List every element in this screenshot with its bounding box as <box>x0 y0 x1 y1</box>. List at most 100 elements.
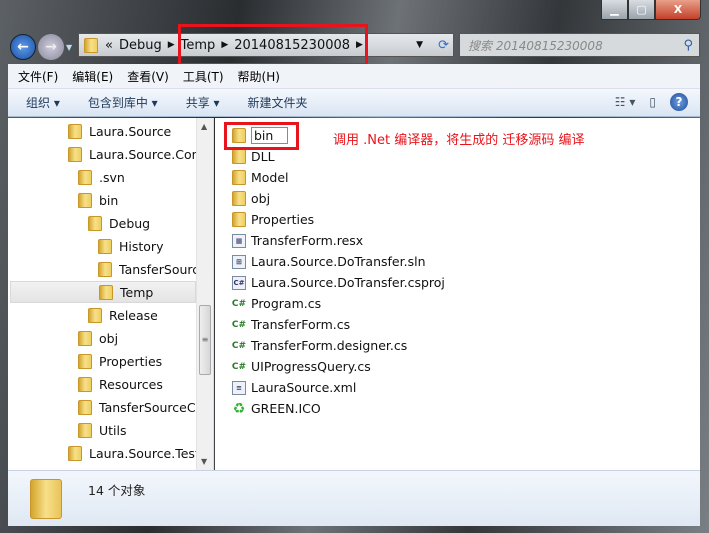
file-name: obj <box>251 191 271 206</box>
file-name: Properties <box>251 212 315 227</box>
folder-icon <box>78 422 92 438</box>
file-name: Model <box>251 170 289 185</box>
tree-item-label: obj <box>99 330 119 346</box>
folder-icon <box>78 399 92 415</box>
menu-view[interactable]: 查看(V) <box>127 68 169 85</box>
breadcrumb-overflow[interactable]: « <box>105 38 113 53</box>
navigation-buttons: ← → ▼ <box>10 34 72 60</box>
tree-item[interactable]: Laura.Source.Test <box>68 442 200 464</box>
folder-icon <box>78 330 92 346</box>
tree-item-label: Properties <box>99 353 163 369</box>
tree-item-label: TansferSourceCc <box>99 399 203 415</box>
menu-file[interactable]: 文件(F) <box>18 68 58 85</box>
tree-item[interactable]: Debug <box>88 212 150 234</box>
tree-item[interactable]: Release <box>88 304 158 326</box>
tree-item[interactable]: TansferSourceCc <box>78 396 202 418</box>
address-dropdown[interactable]: ▼ <box>416 40 423 50</box>
file-item[interactable]: C# UIProgressQuery.cs <box>232 356 371 377</box>
file-item[interactable]: C# TransferForm.cs <box>232 314 350 335</box>
breadcrumb-debug[interactable]: Debug <box>119 38 162 53</box>
help-icon[interactable]: ? <box>670 93 688 111</box>
tree-item-label: bin <box>99 192 119 208</box>
folder-icon <box>232 170 246 185</box>
file-item[interactable]: ♻ GREEN.ICO <box>232 398 321 419</box>
include-in-library-button[interactable]: 包含到库中 ▾ <box>88 94 158 111</box>
cs-file-icon: C# <box>231 298 247 309</box>
folder-icon <box>99 284 113 300</box>
file-name: Laura.Source.DoTransfer.sln <box>251 254 426 269</box>
file-list: bin DLL Model obj Properties ▦ TransferForm.re… <box>215 118 700 470</box>
tree-item[interactable]: TansferSourc <box>98 258 199 280</box>
csproj-file-icon: C# <box>232 275 246 290</box>
tree-item[interactable]: Laura.Source <box>68 120 171 142</box>
file-item[interactable]: ≡ LauraSource.xml <box>232 377 356 398</box>
tree-item[interactable]: Temp <box>10 281 196 303</box>
tree-item-label: .svn <box>99 169 125 185</box>
close-button[interactable]: X <box>655 0 701 20</box>
scroll-up-icon[interactable]: ▲ <box>201 122 207 131</box>
folder-icon <box>98 261 112 277</box>
back-button[interactable]: ← <box>10 34 36 60</box>
refresh-icon[interactable]: ⟳ <box>438 38 449 53</box>
folder-icon <box>232 191 246 206</box>
organize-button[interactable]: 组织 ▾ <box>26 94 60 111</box>
file-item[interactable]: Properties <box>232 209 314 230</box>
file-item[interactable]: C# Program.cs <box>232 293 321 314</box>
search-input[interactable]: 搜索 20140815230008 ⚲ <box>459 33 700 57</box>
tree-item-label: Laura.Source.Test <box>89 445 200 461</box>
file-item[interactable]: ⊞ Laura.Source.DoTransfer.sln <box>232 251 426 272</box>
folder-icon <box>78 192 92 208</box>
file-name: Program.cs <box>251 296 322 311</box>
folder-icon <box>68 445 82 461</box>
command-bar: 组织 ▾ 包含到库中 ▾ 共享 ▾ 新建文件夹 ☷ ▾ ▯ ? <box>8 89 700 117</box>
tree-item-label: Laura.Source <box>89 123 172 139</box>
chevron-right-icon[interactable]: ▶ <box>168 40 175 50</box>
forward-button[interactable]: → <box>38 34 64 60</box>
item-count: 14 个对象 <box>88 483 146 498</box>
tree-item[interactable]: obj <box>78 327 118 349</box>
file-name: TransferForm.designer.cs <box>251 338 408 353</box>
file-name: TransferForm.resx <box>251 233 364 248</box>
scroll-down-icon[interactable]: ▼ <box>201 457 207 466</box>
file-name: DLL <box>251 149 275 164</box>
scroll-thumb[interactable]: ≡ <box>199 305 211 375</box>
new-folder-button[interactable]: 新建文件夹 <box>248 94 308 111</box>
tree-item[interactable]: bin <box>78 189 118 211</box>
highlight-box-address <box>178 24 368 66</box>
xml-file-icon: ≡ <box>232 380 246 395</box>
folder-icon <box>68 146 82 162</box>
folder-icon <box>84 37 98 53</box>
tree-item-label: Debug <box>109 215 151 231</box>
file-name: UIProgressQuery.cs <box>251 359 371 374</box>
file-item[interactable]: ▦ TransferForm.resx <box>232 230 363 251</box>
file-item[interactable]: C# TransferForm.designer.cs <box>232 335 407 356</box>
tree-item[interactable]: Properties <box>78 350 162 372</box>
minimize-button[interactable]: ▁ <box>601 0 628 20</box>
view-options-icon[interactable]: ☷ ▾ <box>615 95 636 109</box>
tree-item[interactable]: Laura.Source.Conv <box>68 143 207 165</box>
tree-item-label: Laura.Source.Conv <box>89 146 207 162</box>
share-button[interactable]: 共享 ▾ <box>186 94 220 111</box>
menu-tools[interactable]: 工具(T) <box>183 68 224 85</box>
menu-edit[interactable]: 编辑(E) <box>72 68 113 85</box>
folder-icon <box>232 212 246 227</box>
tree-item-label: TansferSourc <box>119 261 200 277</box>
preview-pane-icon[interactable]: ▯ <box>649 95 656 109</box>
folder-icon <box>98 238 112 254</box>
file-item[interactable]: Model <box>232 167 289 188</box>
file-item[interactable]: C# Laura.Source.DoTransfer.csproj <box>232 272 445 293</box>
search-icon[interactable]: ⚲ <box>683 38 693 53</box>
file-name: GREEN.ICO <box>251 401 321 416</box>
file-item[interactable]: obj <box>232 188 270 209</box>
tree-item[interactable]: History <box>98 235 163 257</box>
cs-file-icon: C# <box>231 340 247 351</box>
recent-pages-dropdown[interactable]: ▼ <box>66 43 72 52</box>
tree-item[interactable]: Utils <box>78 419 127 441</box>
tree-item[interactable]: Resources <box>78 373 163 395</box>
nav-scrollbar[interactable]: ▲ ≡ ▼ <box>196 118 213 470</box>
window-controls: ▁ ▢ X <box>601 0 701 20</box>
menu-help[interactable]: 帮助(H) <box>238 68 280 85</box>
search-placeholder: 搜索 20140815230008 <box>468 38 603 53</box>
maximize-button[interactable]: ▢ <box>628 0 655 20</box>
tree-item[interactable]: .svn <box>78 166 125 188</box>
